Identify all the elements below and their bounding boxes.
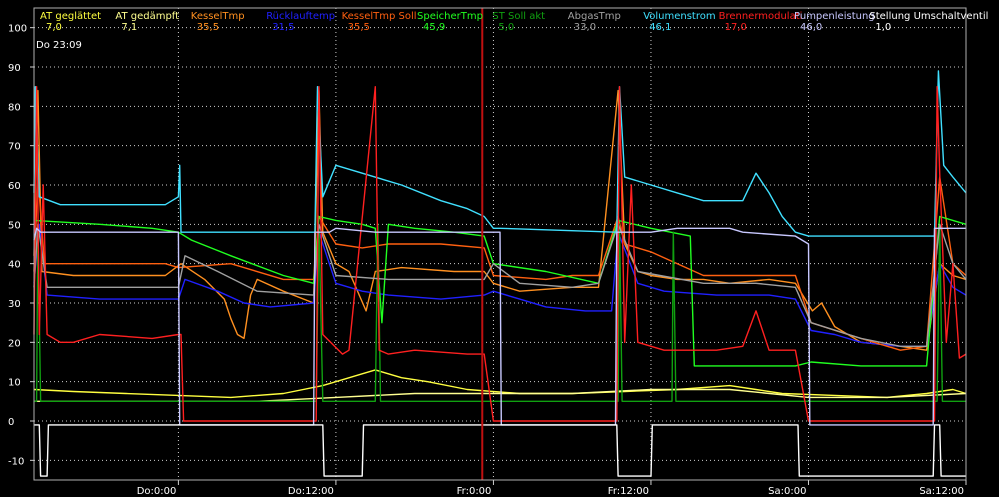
x-tick-label: Fr:0:00 [457, 486, 492, 497]
legend-series-name: KesselTmp [191, 11, 245, 22]
legend-series-value: 33,0 [574, 22, 596, 33]
legend-series-value: 7,0 [46, 22, 62, 33]
x-tick-label: Fr:12:00 [608, 486, 649, 497]
y-tick-label: 10 [8, 378, 21, 389]
y-tick-label: 50 [8, 220, 21, 231]
x-tick-label: Sa:0:00 [768, 486, 806, 497]
legend-series-name: Stellung Umschaltventil [869, 11, 988, 22]
legend-series-name: Rücklauftemp [266, 11, 335, 22]
y-tick-label: 80 [8, 102, 21, 113]
chart: -10 0 10 20 30 40 50 60 70 80 90 100 Do:0:00 Do:12:0… [0, 0, 999, 497]
chart-svg: -10 0 10 20 30 40 50 60 70 80 90 100 Do:0:00 Do:12:0… [0, 0, 999, 497]
y-tick-label: 70 [8, 142, 21, 153]
legend-series-value: 31,5 [272, 22, 294, 33]
legend-series-name: ST Soll akt [492, 11, 545, 22]
legend-series-name: AT geglättet [40, 11, 101, 22]
legend-series-name: AT gedämpft [115, 11, 179, 22]
legend-series-value: 1,0 [875, 22, 891, 33]
legend-series-value: 35,5 [348, 22, 370, 33]
y-tick-label: 30 [8, 299, 21, 310]
legend-series-name: Pumpenleistung [794, 11, 875, 22]
legend-series-name: Volumenstrom [643, 11, 715, 22]
y-tick-label: 90 [8, 63, 21, 74]
legend-series-name: AbgasTmp [568, 11, 621, 22]
legend-series-value: 46,1 [649, 22, 671, 33]
y-tick-label: -10 [8, 456, 24, 467]
legend-series-value: 45,9 [423, 22, 445, 33]
x-tick-label: Sa:12:00 [919, 486, 964, 497]
legend-series-value: 7,1 [121, 22, 137, 33]
legend-series-value: 35,5 [197, 22, 219, 33]
legend-series-name: SpeicherTmp [417, 11, 483, 22]
y-tick-label: 100 [8, 24, 27, 35]
legend-series-value: 5,0 [498, 22, 514, 33]
y-tick-label: 60 [8, 181, 21, 192]
x-tick-label: Do:12:00 [288, 486, 334, 497]
legend-series-value: 46,0 [800, 22, 822, 33]
cursor-time-label: Do 23:09 [36, 40, 82, 51]
x-tick-label: Do:0:00 [137, 486, 177, 497]
y-tick-label: 0 [8, 417, 14, 428]
legend-series-name: KesselTmp Soll [342, 11, 417, 22]
y-tick-label: 40 [8, 260, 21, 271]
legend-series-name: Brennermodulati [719, 11, 803, 22]
y-tick-label: 20 [8, 338, 21, 349]
legend-series-value: 17,0 [725, 22, 747, 33]
